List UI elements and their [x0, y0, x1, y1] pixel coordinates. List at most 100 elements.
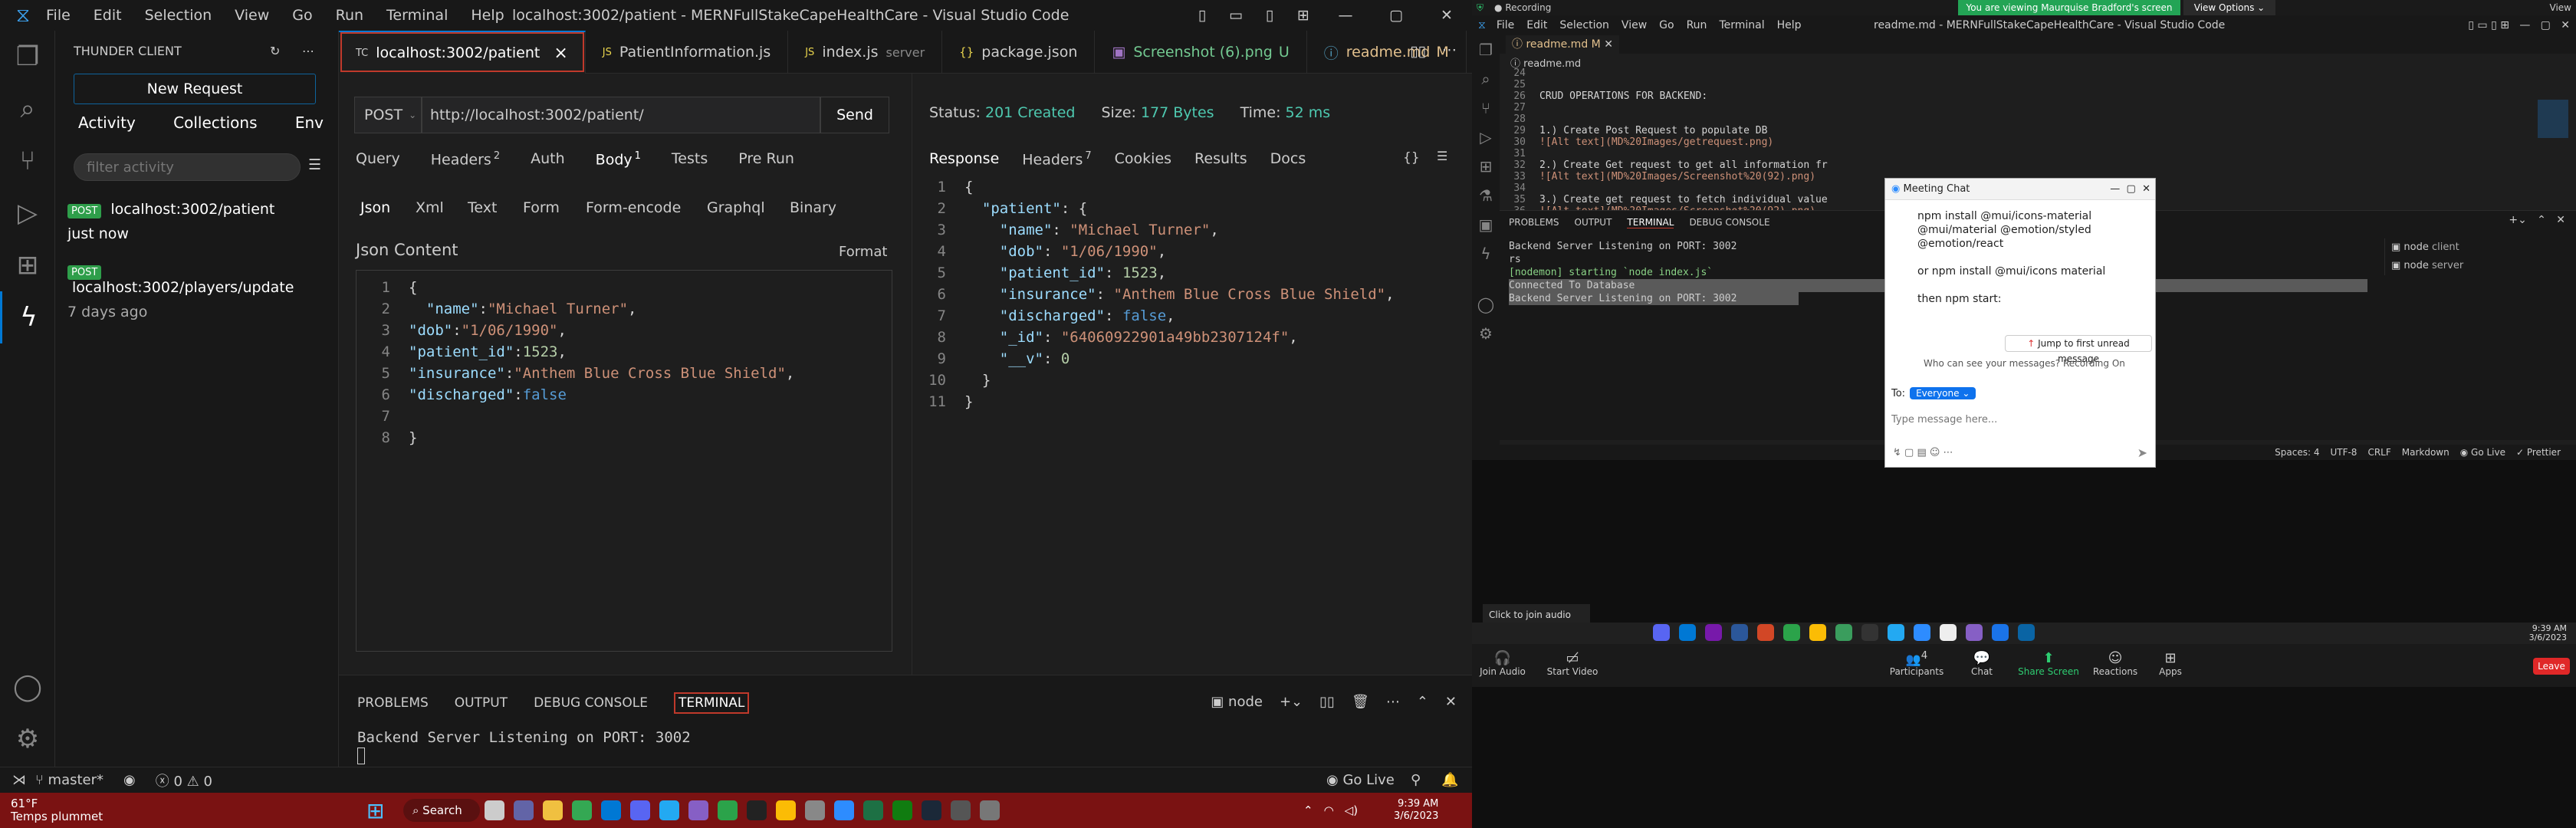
- search-icon[interactable]: ⌕: [0, 83, 55, 135]
- menu-help[interactable]: Help: [1777, 19, 1802, 31]
- chrome2-icon[interactable]: [776, 800, 796, 820]
- minimap[interactable]: [2538, 100, 2568, 138]
- method-select[interactable]: POST ⌄: [354, 97, 422, 133]
- terminal-selector[interactable]: ▣ node: [1211, 694, 1263, 710]
- view-options-button[interactable]: View Options ⌄: [2183, 0, 2275, 15]
- jump-unread-button[interactable]: ↑ Jump to first unread message: [2005, 335, 2152, 364]
- recording-indicator[interactable]: ● Recording: [1494, 2, 1551, 13]
- chat-toolbar[interactable]: ↯ ▢ ▤ ☺ ⋯: [1893, 447, 1953, 458]
- more-icon[interactable]: ⋯: [1386, 694, 1400, 710]
- req-tab-body[interactable]: Body 1: [596, 150, 641, 168]
- panel-tab-terminal[interactable]: TERMINAL: [1627, 217, 1674, 228]
- terminal-list-item[interactable]: ▣ node server: [2391, 257, 2576, 275]
- body-type-form[interactable]: Form: [523, 199, 586, 216]
- system-tray[interactable]: ⌃ ◠ ◁): [1303, 803, 1358, 817]
- taskview-icon[interactable]: [485, 800, 504, 820]
- source-control-icon[interactable]: ⑂: [1472, 94, 1500, 123]
- steam-icon[interactable]: [922, 800, 941, 820]
- menu-view[interactable]: View: [235, 7, 269, 24]
- app2-icon[interactable]: [951, 800, 971, 820]
- run-debug-icon[interactable]: ▷: [1472, 123, 1500, 152]
- paint-icon[interactable]: [1835, 624, 1852, 641]
- discord-icon[interactable]: [1653, 624, 1670, 641]
- edge-icon[interactable]: [1783, 624, 1800, 641]
- activity-item[interactable]: POST localhost:3002/patient just now: [67, 201, 328, 242]
- settings-app-icon[interactable]: [980, 800, 1000, 820]
- go-live-button[interactable]: ◉ Go Live: [2460, 447, 2505, 458]
- who-can-see-link[interactable]: Who can see your messages? Recording On: [1924, 358, 2125, 369]
- branch-status[interactable]: ⑂ master*: [35, 772, 104, 788]
- menu-terminal[interactable]: Terminal: [386, 7, 448, 24]
- indent-status[interactable]: Spaces: 4: [2275, 447, 2319, 458]
- notifications-icon[interactable]: 🔔: [1441, 772, 1458, 788]
- recipient-select[interactable]: Everyone ⌄: [1910, 387, 1976, 399]
- onenote-icon[interactable]: [1705, 624, 1722, 641]
- panel-tab-debug-console[interactable]: DEBUG CONSOLE: [1689, 217, 1769, 228]
- tray-chevron-icon[interactable]: ⌃: [1303, 803, 1313, 817]
- close-icon[interactable]: ×: [554, 44, 567, 63]
- close-panel-icon[interactable]: ✕: [1445, 694, 1457, 710]
- resp-tab-headers[interactable]: Headers 7: [1022, 150, 1091, 168]
- teams-icon[interactable]: [514, 800, 534, 820]
- menu-file[interactable]: File: [1497, 19, 1514, 31]
- panel-tab-output[interactable]: OUTPUT: [455, 695, 508, 714]
- menu-file[interactable]: File: [46, 7, 71, 24]
- clock[interactable]: 9:39 AM 3/6/2023: [1394, 798, 1438, 823]
- view-button[interactable]: View: [2550, 2, 2571, 13]
- run-debug-icon[interactable]: ▷: [0, 187, 55, 239]
- word-icon[interactable]: [1731, 624, 1748, 641]
- vscode-app-icon[interactable]: [659, 800, 679, 820]
- sort-icon[interactable]: ☰: [308, 156, 321, 173]
- menu-go[interactable]: Go: [292, 7, 312, 24]
- resp-tab-results[interactable]: Results: [1194, 150, 1247, 168]
- apps-button[interactable]: ⊞ Apps: [2151, 650, 2190, 677]
- maximize-icon[interactable]: ▢: [1371, 7, 1421, 24]
- excel-icon[interactable]: [863, 800, 883, 820]
- minimize-icon[interactable]: —: [1320, 7, 1371, 24]
- extensions-icon[interactable]: ⊞: [1472, 152, 1500, 181]
- eol-status[interactable]: CRLF: [2367, 447, 2390, 458]
- url-input[interactable]: http://localhost:3002/patient/: [422, 97, 820, 133]
- menu-go[interactable]: Go: [1659, 19, 1674, 31]
- req-tab-pre-run[interactable]: Pre Run: [738, 150, 794, 168]
- send-icon[interactable]: ➤: [2137, 445, 2147, 460]
- tab-index-js[interactable]: JS index.js server: [788, 31, 943, 74]
- layout-icon[interactable]: ⊞: [1286, 7, 1320, 24]
- test-icon[interactable]: ⚗: [1472, 181, 1500, 210]
- go-live-button[interactable]: ◉ Go Live: [1326, 772, 1395, 788]
- explorer-icon[interactable]: ❐: [0, 31, 55, 83]
- resp-tab-response[interactable]: Response: [929, 150, 999, 168]
- split-terminal-icon[interactable]: ▯▯: [1319, 694, 1335, 710]
- json-view-icon[interactable]: {}: [1403, 150, 1420, 166]
- req-tab-tests[interactable]: Tests: [672, 150, 708, 168]
- explorer-app-icon[interactable]: [543, 800, 563, 820]
- menu-terminal[interactable]: Terminal: [1719, 19, 1764, 31]
- menu-run[interactable]: Run: [1687, 19, 1707, 31]
- start-video-button[interactable]: ▭̸ Start Video: [1546, 650, 1599, 677]
- outlook-icon[interactable]: [1679, 624, 1696, 641]
- tab-patient-information[interactable]: JS PatientInformation.js: [586, 31, 789, 74]
- panel-tab-debug-console[interactable]: DEBUG CONSOLE: [534, 695, 648, 714]
- terminal-app-icon[interactable]: [1861, 624, 1878, 641]
- toggle-panel-icon[interactable]: ▭: [1219, 7, 1253, 24]
- new-request-button[interactable]: New Request: [74, 74, 316, 104]
- account-status-icon[interactable]: ⚲: [1411, 772, 1421, 788]
- postman-icon[interactable]: [1992, 624, 2009, 641]
- leave-button[interactable]: Leave: [2533, 658, 2570, 675]
- terminal-list-item[interactable]: ▣ node client: [2391, 238, 2576, 257]
- toggle-sidebar-icon[interactable]: ▯: [1185, 7, 1219, 24]
- body-type-text[interactable]: Text: [468, 199, 523, 216]
- gear-icon[interactable]: ⚙: [0, 713, 55, 765]
- thunder-client-icon[interactable]: ϟ: [0, 291, 55, 343]
- share-screen-button[interactable]: ⬆ Share Screen: [2018, 650, 2079, 677]
- send-button[interactable]: Send: [820, 97, 889, 133]
- reactions-button[interactable]: ☺ Reactions: [2088, 650, 2142, 677]
- github-icon[interactable]: [1940, 624, 1957, 641]
- panel-tab-terminal[interactable]: TERMINAL: [673, 692, 750, 714]
- req-tab-auth[interactable]: Auth: [531, 150, 565, 168]
- menu-view[interactable]: View: [1622, 19, 1647, 31]
- more-icon[interactable]: ⋯: [302, 44, 314, 58]
- thunder-client-icon[interactable]: ϟ: [1472, 239, 1500, 268]
- body-type-form-encode[interactable]: Form-encode: [586, 199, 707, 216]
- tab-activity[interactable]: Activity: [78, 113, 136, 132]
